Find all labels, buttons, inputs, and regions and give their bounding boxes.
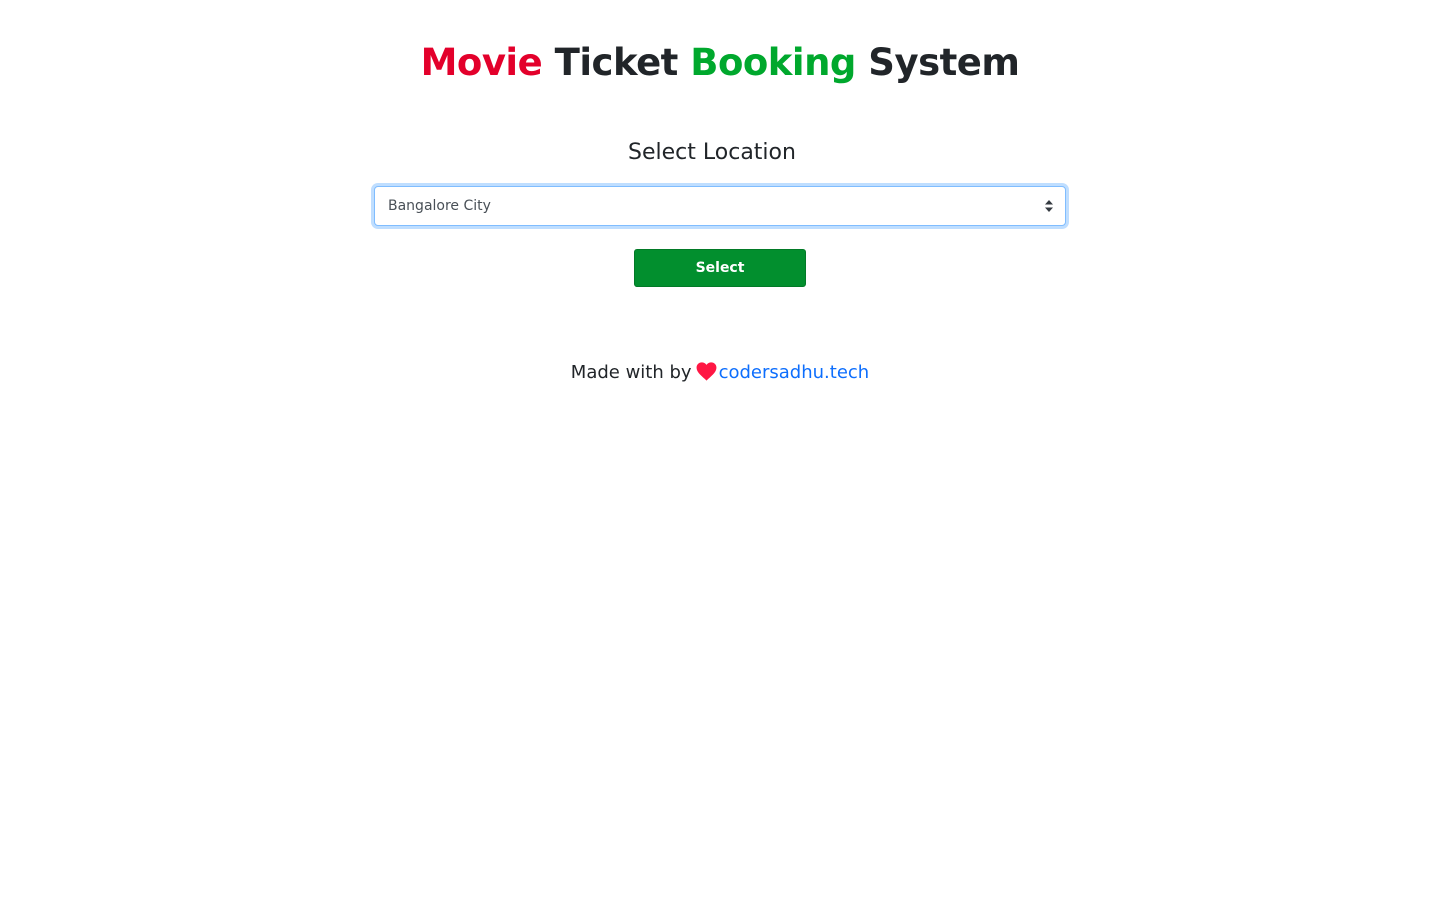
footer: Made with by codersadhu.tech	[0, 358, 1440, 388]
title-word-booking: Booking	[690, 41, 856, 84]
select-button[interactable]: Select	[634, 249, 806, 287]
title-word-ticket: Ticket	[554, 41, 679, 84]
page: Movie Ticket Booking System Select Locat…	[0, 0, 1440, 900]
location-select-value: Bangalore City	[388, 198, 491, 214]
footer-link[interactable]: codersadhu.tech	[719, 362, 870, 383]
select-caret-icon	[1045, 200, 1053, 212]
heart-icon	[696, 362, 717, 381]
location-select[interactable]: Bangalore City	[374, 186, 1066, 226]
title-word-system: System	[868, 41, 1020, 84]
footer-prefix: Made with by	[570, 362, 692, 383]
title-word-movie: Movie	[420, 41, 543, 84]
page-title: Movie Ticket Booking System	[0, 38, 1440, 88]
select-location-heading: Select Location	[628, 140, 796, 165]
